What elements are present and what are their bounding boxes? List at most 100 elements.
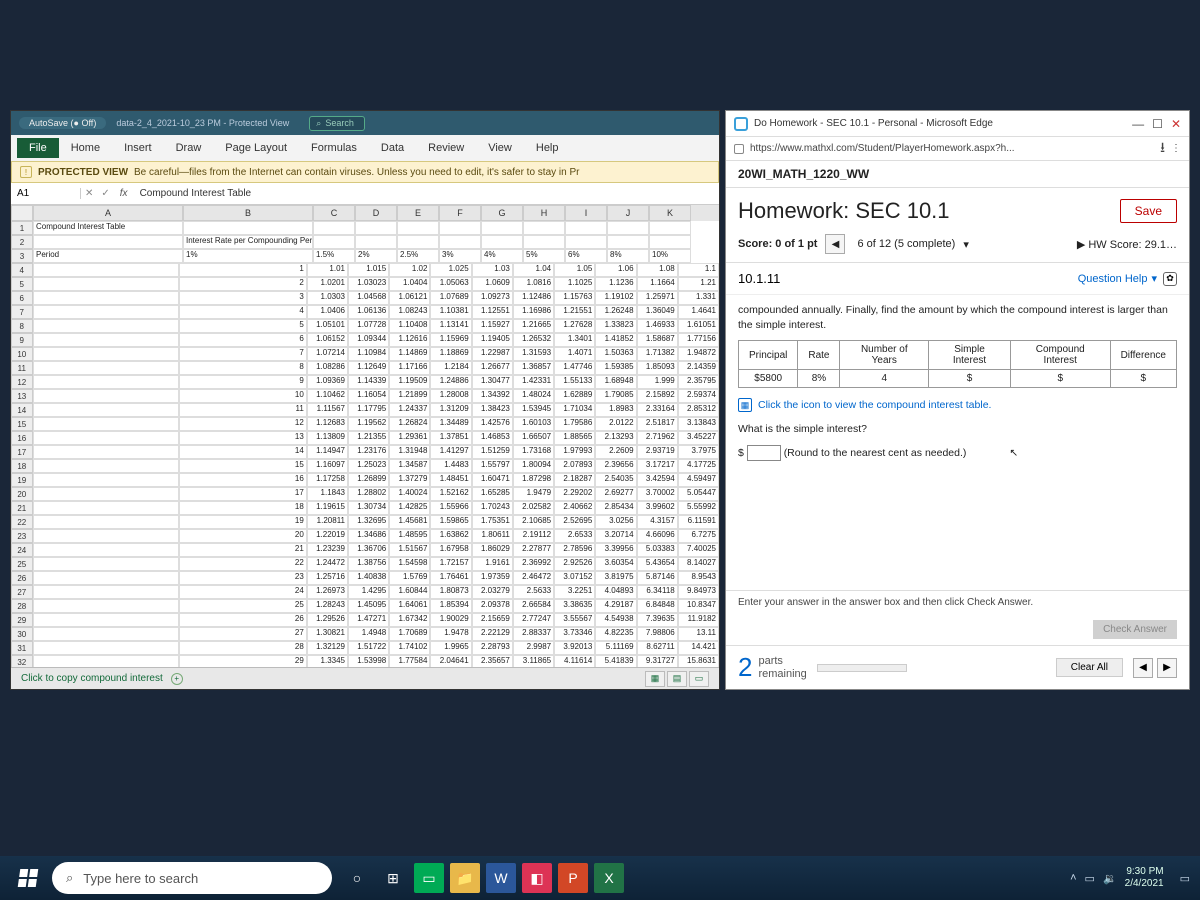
cell[interactable]: 1.331 (678, 291, 719, 305)
cell[interactable]: 1.47271 (348, 613, 389, 627)
row-header[interactable]: 14 (11, 403, 33, 417)
excel-icon[interactable]: X (594, 863, 624, 893)
cell[interactable] (33, 599, 180, 613)
formula-input[interactable]: Compound Interest Table (134, 188, 719, 199)
cell[interactable]: 1.22987 (472, 347, 513, 361)
cell[interactable]: 1.74102 (389, 641, 430, 655)
cell[interactable]: 1.0406 (307, 305, 348, 319)
row-header[interactable]: 5 (11, 277, 33, 291)
cell[interactable]: 1.9479 (513, 487, 554, 501)
cell[interactable]: 1.08 (637, 263, 678, 277)
cell[interactable] (33, 431, 180, 445)
task-view-icon[interactable]: ⊞ (378, 863, 408, 893)
cell[interactable]: 1.60103 (513, 417, 554, 431)
cell[interactable]: 1.12616 (389, 333, 430, 347)
cell[interactable]: 2.39656 (595, 459, 636, 473)
cell[interactable]: 1.32695 (348, 515, 389, 529)
row-header[interactable]: 8 (11, 319, 33, 333)
progress-label[interactable]: 6 of 12 (5 complete) (857, 238, 955, 250)
row-header[interactable]: 18 (11, 459, 33, 473)
cell[interactable]: 1.14869 (389, 347, 430, 361)
cell[interactable]: 2.6533 (554, 529, 595, 543)
cell[interactable]: 1.19615 (307, 501, 348, 515)
cell[interactable]: 1.05063 (430, 277, 471, 291)
cell[interactable]: 4.82235 (595, 627, 636, 641)
cell[interactable]: 1.18869 (430, 347, 471, 361)
cell[interactable]: 1.46933 (637, 319, 678, 333)
cell[interactable]: 1.9161 (472, 557, 513, 571)
cell[interactable]: 8% (607, 249, 649, 263)
cell[interactable]: 2.78596 (554, 543, 595, 557)
tab-insert[interactable]: Insert (112, 138, 164, 158)
cell[interactable]: 2.18287 (554, 473, 595, 487)
cell[interactable]: 1.06121 (389, 291, 430, 305)
cell[interactable]: 1.62889 (554, 389, 595, 403)
cell[interactable]: 7 (179, 347, 306, 361)
col-header[interactable]: D (355, 205, 397, 221)
cell[interactable]: 1.85394 (430, 599, 471, 613)
row-header[interactable]: 30 (11, 627, 33, 641)
cell[interactable] (33, 389, 180, 403)
cell[interactable]: 1.48595 (389, 529, 430, 543)
cell[interactable] (397, 235, 439, 249)
cell[interactable]: 27 (179, 627, 306, 641)
cell[interactable]: 1.07689 (430, 291, 471, 305)
cell[interactable]: 2.5633 (513, 585, 554, 599)
cell[interactable]: 4.54938 (595, 613, 636, 627)
col-header[interactable]: B (183, 205, 313, 221)
cell[interactable]: 1.65285 (472, 487, 513, 501)
cell[interactable]: 3.60354 (595, 557, 636, 571)
cell[interactable]: 2.85312 (678, 403, 719, 417)
row-header[interactable]: 2 (11, 235, 33, 249)
cell[interactable]: 1.38756 (348, 557, 389, 571)
cell[interactable]: 2.85434 (595, 501, 636, 515)
row-header[interactable]: 13 (11, 389, 33, 403)
row-header[interactable]: 25 (11, 557, 33, 571)
cell[interactable]: 1.51259 (472, 445, 513, 459)
cell[interactable]: 10.8347 (678, 599, 719, 613)
cell[interactable]: 2.9987 (513, 641, 554, 655)
cell[interactable]: 4.66096 (637, 529, 678, 543)
row-header[interactable]: 23 (11, 529, 33, 543)
cell[interactable]: 1.80611 (472, 529, 513, 543)
cell[interactable]: 1.75351 (472, 515, 513, 529)
cell[interactable]: 14.421 (678, 641, 719, 655)
cell[interactable]: 3.81975 (595, 571, 636, 585)
start-button[interactable] (10, 860, 46, 896)
cell[interactable]: 1.10462 (307, 389, 348, 403)
cell[interactable]: 2.0122 (595, 417, 636, 431)
cell[interactable]: 1.0404 (389, 277, 430, 291)
chevron-down-icon[interactable]: ▾ (963, 238, 969, 251)
cell[interactable]: 12 (179, 417, 306, 431)
cell[interactable]: 1.21665 (513, 319, 554, 333)
cell[interactable]: 10% (649, 249, 691, 263)
cell[interactable]: 1.21899 (389, 389, 430, 403)
cell[interactable]: 2.22129 (472, 627, 513, 641)
row-header[interactable]: 9 (11, 333, 33, 347)
cell[interactable]: 1.28243 (307, 599, 348, 613)
cell[interactable]: 3.39956 (595, 543, 636, 557)
cortana-icon[interactable]: ○ (342, 863, 372, 893)
cell[interactable]: 1.4071 (554, 347, 595, 361)
cell[interactable]: 7.98806 (637, 627, 678, 641)
cell[interactable]: 3.17217 (637, 459, 678, 473)
cell[interactable]: 1.10381 (430, 305, 471, 319)
cell[interactable]: 1.17795 (348, 403, 389, 417)
view-table-link[interactable]: ▦ Click the icon to view the compound in… (738, 398, 1177, 412)
cell[interactable]: 2.69277 (595, 487, 636, 501)
cell[interactable] (607, 221, 649, 235)
cell[interactable] (355, 221, 397, 235)
cell[interactable]: 4.3157 (637, 515, 678, 529)
cell[interactable]: 17 (179, 487, 306, 501)
tab-review[interactable]: Review (416, 138, 476, 158)
cell[interactable]: 1.09344 (348, 333, 389, 347)
cell[interactable]: 1.12486 (513, 291, 554, 305)
cell[interactable] (33, 347, 180, 361)
cell[interactable]: 1.28802 (348, 487, 389, 501)
cell[interactable]: 1.29361 (389, 431, 430, 445)
cell[interactable]: 7.39635 (637, 613, 678, 627)
cell[interactable]: 3.55567 (554, 613, 595, 627)
cell[interactable]: 3.13843 (678, 417, 719, 431)
taskbar-search[interactable]: ⌕ Type here to search (52, 862, 332, 894)
cell[interactable]: 1.42331 (513, 375, 554, 389)
